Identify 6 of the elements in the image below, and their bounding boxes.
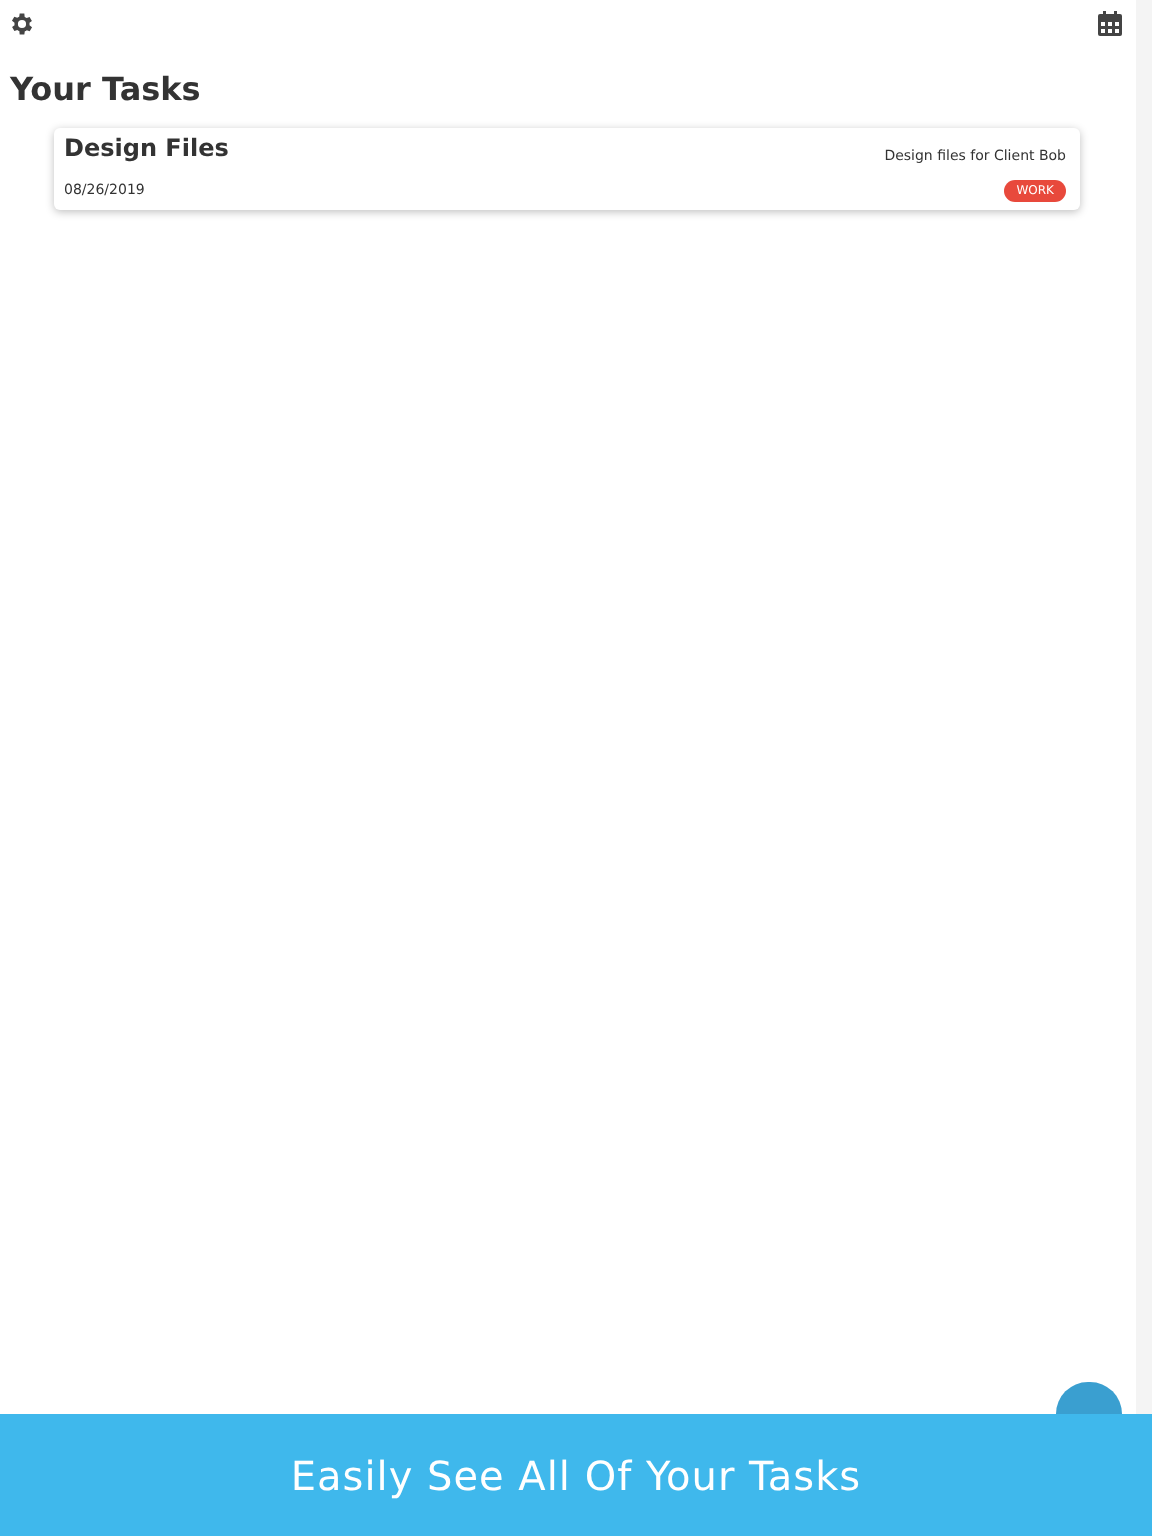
calendar-icon[interactable] (1096, 10, 1124, 38)
banner-caption: Easily See All Of Your Tasks (290, 1451, 862, 1499)
task-title: Design Files (64, 134, 229, 162)
page-heading: Your Tasks (10, 70, 203, 108)
add-button[interactable] (1056, 1382, 1122, 1414)
settings-icon[interactable] (8, 10, 36, 38)
